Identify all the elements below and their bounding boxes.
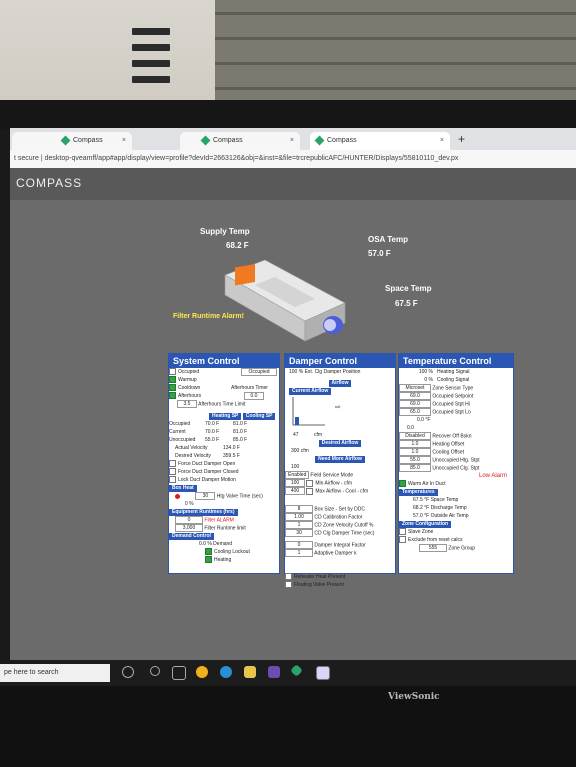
- htg-valve-input[interactable]: 30: [195, 492, 216, 500]
- cortana-icon[interactable]: [122, 666, 134, 678]
- heating-indicator: [205, 556, 212, 564]
- display-canvas: Supply Temp 68.2 F OSA Temp 57.0 F Space…: [10, 200, 576, 668]
- edge-icon[interactable]: [220, 666, 232, 678]
- damper-setting-input[interactable]: 1: [285, 521, 313, 529]
- occupied-checkbox[interactable]: [169, 368, 176, 376]
- supply-temp-label: Supply Temp: [200, 227, 250, 236]
- close-icon[interactable]: ×: [290, 132, 294, 150]
- cursor-icon: ⇨: [335, 404, 341, 411]
- compass-icon: [200, 135, 211, 146]
- damper-setting-input[interactable]: 1: [285, 549, 313, 557]
- zone-group-input[interactable]: 555: [419, 544, 447, 552]
- vent-slat: [132, 60, 170, 67]
- force-open-checkbox[interactable]: [169, 460, 176, 468]
- task-view-icon[interactable]: [172, 666, 186, 680]
- app-header: COMPASS: [10, 168, 576, 200]
- cooling-offset-input[interactable]: 1.0: [399, 448, 431, 456]
- max-airflow-checkbox[interactable]: [306, 487, 314, 495]
- slave-zone-checkbox[interactable]: [399, 528, 406, 536]
- zone-sensor-select[interactable]: Microset: [399, 384, 431, 392]
- monitor-screen: × Compass × Compass × Compass + t secure…: [10, 128, 576, 668]
- compass-icon: [314, 135, 325, 146]
- damper-setting-input[interactable]: 8: [285, 505, 313, 513]
- search-icon[interactable]: [150, 666, 160, 676]
- compass-icon: [60, 135, 71, 146]
- afterhours-time-limit-input[interactable]: 3.5: [177, 400, 197, 408]
- browser-tab[interactable]: × Compass: [180, 132, 300, 150]
- warmup-indicator: [169, 376, 176, 384]
- address-bar[interactable]: t secure | desktop-qveamff/app#app/displ…: [10, 150, 576, 168]
- warm-air-indicator: [399, 480, 406, 488]
- monitor-bezel: [0, 100, 576, 130]
- unocc-htg-input[interactable]: 55.0: [399, 456, 431, 464]
- damper-setting-input[interactable]: 1.00: [285, 513, 313, 521]
- compass-icon[interactable]: [290, 664, 303, 677]
- afterhours-indicator: [169, 392, 176, 400]
- occupied-stpt-lo-input[interactable]: 65.0: [399, 408, 431, 416]
- damper-control-panel: Damper Control 100 % Ext. Clg Damper Pos…: [284, 353, 396, 589]
- monitor-bezel: [0, 686, 576, 767]
- wall: [0, 0, 215, 112]
- file-explorer-icon[interactable]: [244, 666, 256, 678]
- app-brand: COMPASS: [16, 176, 83, 190]
- window-icon[interactable]: [316, 666, 330, 680]
- monitor-brand: ViewSonic: [388, 692, 440, 702]
- exclude-checkbox[interactable]: [399, 536, 406, 544]
- browser-tab[interactable]: × Compass: [12, 132, 132, 150]
- vent-slat: [132, 76, 170, 83]
- airflow-gauge: ⇨: [292, 397, 341, 426]
- close-icon[interactable]: ×: [440, 132, 444, 150]
- vent-slat: [132, 44, 170, 51]
- temperature-control-panel: Temperature Control 100 % Heating Signal …: [398, 353, 514, 574]
- alarm-dot-icon: [175, 493, 180, 499]
- cooldown-indicator: [169, 384, 176, 392]
- filter-runtime-input[interactable]: 3,000: [175, 524, 203, 532]
- min-airflow-checkbox[interactable]: [306, 479, 314, 487]
- taskbar: pe here to search: [0, 660, 576, 686]
- system-control-panel: System Control Occupied Occupied Warmup C…: [168, 353, 280, 574]
- reheat-checkbox[interactable]: [285, 573, 292, 581]
- recover-select[interactable]: Disabled: [399, 432, 431, 440]
- floating-checkbox[interactable]: [285, 581, 292, 589]
- cooling-lockout-indicator: [205, 548, 212, 556]
- supply-temp-value: 68.2 F: [226, 241, 249, 250]
- max-airflow-input[interactable]: 400: [285, 487, 305, 495]
- afterhours-timer: 0.0: [244, 392, 264, 400]
- space-temp-label: Space Temp: [385, 284, 432, 293]
- panel-title: Temperature Control: [399, 354, 513, 368]
- tab-strip: × Compass × Compass × Compass +: [10, 128, 576, 150]
- occupied-setpoint-input[interactable]: 69.0: [399, 392, 431, 400]
- osa-temp-label: OSA Temp: [368, 235, 409, 244]
- vent-slat: [132, 28, 170, 35]
- damper-setting-input[interactable]: 30: [285, 529, 313, 537]
- damper-setting-input[interactable]: 0: [285, 541, 313, 549]
- taskbar-search[interactable]: pe here to search: [0, 664, 110, 682]
- space-temp-value: 67.5 F: [395, 299, 418, 308]
- browser-tab-active[interactable]: × Compass: [310, 132, 450, 150]
- vav-box-graphic: [224, 259, 346, 342]
- app-icon[interactable]: [268, 666, 280, 678]
- panel-title: Damper Control: [285, 354, 395, 368]
- occupied-select[interactable]: Occupied: [241, 368, 277, 376]
- force-closed-checkbox[interactable]: [169, 468, 176, 476]
- brick-wall: [215, 0, 576, 112]
- lock-motion-checkbox[interactable]: [169, 476, 176, 484]
- panel-title: System Control: [169, 354, 279, 368]
- chrome-icon[interactable]: [196, 666, 208, 678]
- unocc-clg-input[interactable]: 85.0: [399, 464, 431, 472]
- osa-temp-value: 57.0 F: [368, 249, 391, 258]
- heating-offset-input[interactable]: 1.0: [399, 440, 431, 448]
- occupied-stpt-hi-input[interactable]: 69.0: [399, 400, 431, 408]
- new-tab-button[interactable]: +: [458, 132, 465, 146]
- low-alarm: Low Alarm: [478, 473, 507, 479]
- min-airflow-input[interactable]: 100: [285, 479, 305, 487]
- close-icon[interactable]: ×: [122, 132, 126, 150]
- field-service-select[interactable]: Enabled: [285, 471, 309, 479]
